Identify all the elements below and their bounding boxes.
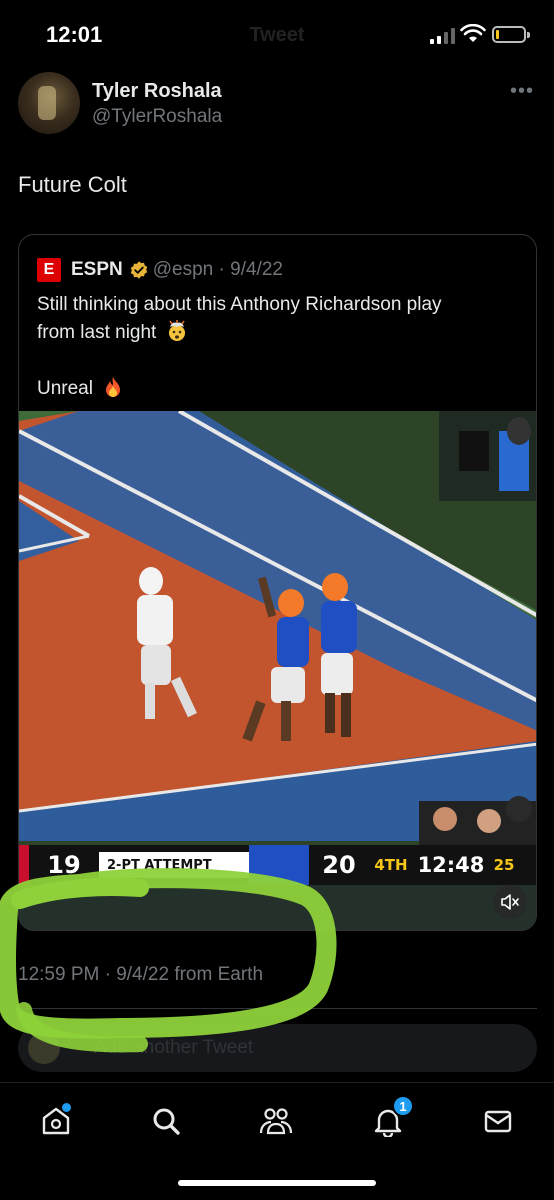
- quoted-text-line: Still thinking about this Anthony Richar…: [37, 294, 442, 315]
- author-handle[interactable]: @TylerRoshala: [92, 106, 222, 128]
- tab-messages[interactable]: [478, 1101, 518, 1141]
- messages-icon: [484, 1110, 512, 1133]
- quoted-tweet[interactable]: E ESPN @espn · 9/4/22 Still thinking abo…: [18, 234, 537, 931]
- signal-icon: [430, 28, 456, 44]
- status-bar: 12:01 Tweet: [0, 0, 554, 66]
- communities-icon: [259, 1108, 293, 1135]
- notification-badge: 1: [392, 1095, 414, 1117]
- tweet-timestamp: 12:59 PM · 9/4/22 from Earth: [18, 964, 264, 985]
- more-icon[interactable]: •••: [510, 80, 534, 103]
- search-icon: [153, 1108, 180, 1135]
- battery-icon: [492, 26, 530, 43]
- quoted-author-handle-date: @espn · 9/4/22: [152, 259, 283, 280]
- quoted-text-line: Unreal: [37, 378, 93, 399]
- tweet-text: Future Colt: [18, 172, 127, 197]
- home-dot: [62, 1103, 71, 1112]
- user-avatar: [28, 1032, 60, 1064]
- home-indicator[interactable]: [178, 1180, 376, 1186]
- tab-home[interactable]: [36, 1101, 76, 1141]
- espn-avatar: E: [37, 258, 61, 282]
- video-player[interactable]: 19 2-PT ATTEMPT 20 4TH 12:48 25: [19, 411, 536, 930]
- quarter: 4TH: [374, 856, 408, 874]
- mute-button[interactable]: [493, 885, 527, 919]
- quoted-text-line: from last night: [37, 322, 157, 343]
- game-clock: 12:48: [417, 853, 485, 877]
- away-score: 19: [47, 851, 81, 879]
- quoted-tweet-header: E ESPN @espn · 9/4/22: [37, 257, 283, 283]
- author-name[interactable]: Tyler Roshala: [92, 80, 222, 103]
- tab-search[interactable]: [146, 1101, 186, 1141]
- wifi-icon: [460, 24, 486, 42]
- exploding-head-emoji: [168, 320, 185, 341]
- mute-icon: [501, 894, 519, 910]
- fire-emoji: [106, 377, 121, 397]
- tab-communities[interactable]: [256, 1101, 296, 1141]
- play-clock: 25: [493, 856, 515, 874]
- tab-notifications[interactable]: 1: [368, 1095, 414, 1141]
- divider: [18, 1008, 537, 1009]
- home-score: 20: [322, 851, 356, 879]
- scoreboard: 19 2-PT ATTEMPT 20 4TH 12:48 25: [19, 845, 536, 885]
- reply-input[interactable]: Add another Tweet: [94, 1037, 253, 1059]
- author-avatar[interactable]: [18, 72, 80, 134]
- quoted-author-name: ESPN: [71, 259, 123, 280]
- quoted-tweet-text: Still thinking about this Anthony Richar…: [37, 291, 517, 403]
- tweet-header: Tyler Roshala @TylerRoshala •••: [0, 66, 554, 146]
- verified-icon: [130, 261, 147, 279]
- reply-composer[interactable]: Add another Tweet: [18, 1024, 537, 1072]
- attempt-label: 2-PT ATTEMPT: [99, 852, 249, 878]
